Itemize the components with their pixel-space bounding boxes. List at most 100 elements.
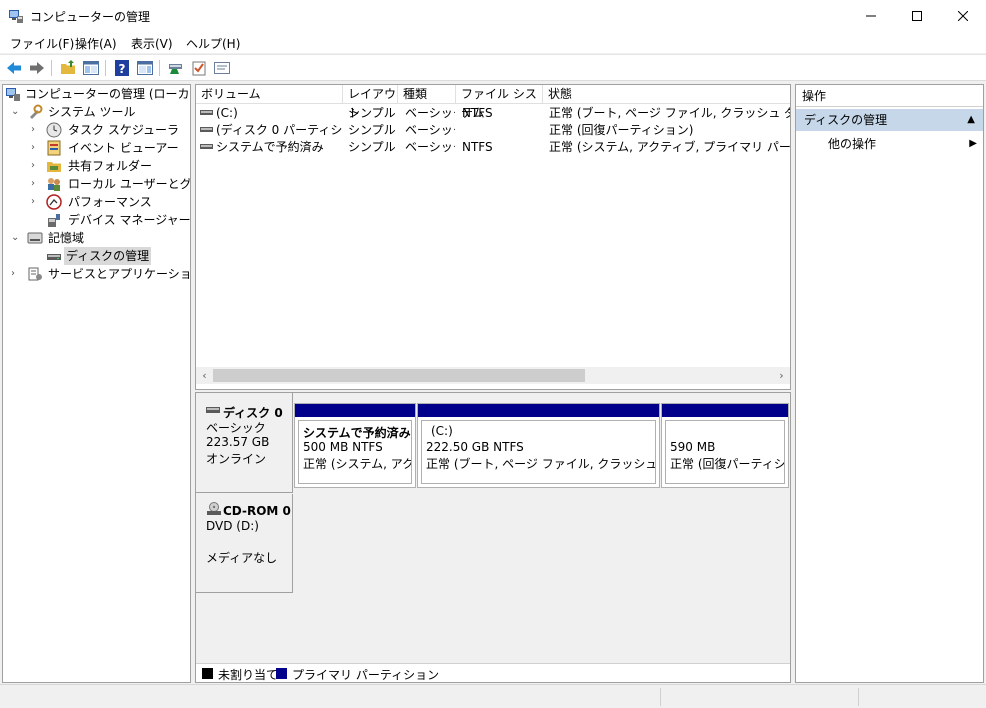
collapse-up-icon[interactable]: ▲ <box>967 109 975 131</box>
disk-area: ディスク 0 ベーシック 223.57 GB オンライン システムで予約済み 5… <box>196 393 790 663</box>
scrollbar-thumb[interactable] <box>213 369 585 382</box>
tree-item-disk-management[interactable]: ディスクの管理 <box>5 247 190 265</box>
event-viewer-icon <box>47 140 61 156</box>
actions-section-label: ディスクの管理 <box>804 113 888 127</box>
disk-0-info[interactable]: ディスク 0 ベーシック 223.57 GB オンライン <box>196 393 293 493</box>
back-icon[interactable] <box>5 59 23 77</box>
partition-c[interactable]: (C:) 222.50 GB NTFS 正常 (ブート, ページ ファイル, ク… <box>417 403 660 488</box>
cdrom-0-drive: DVD (D:) <box>206 519 259 533</box>
connect-icon[interactable] <box>167 59 185 77</box>
partition-body: (C:) 222.50 GB NTFS 正常 (ブート, ページ ファイル, ク… <box>421 420 656 484</box>
up-folder-icon[interactable] <box>59 59 77 77</box>
maximize-button[interactable] <box>894 0 940 31</box>
help-icon[interactable]: ? <box>113 59 131 77</box>
tree-item-local-users[interactable]: › ローカル ユーザーとグループ <box>5 175 190 193</box>
table-row[interactable]: (C:) シンプル ベーシック NTFS 正常 (ブート, ページ ファイル, … <box>196 105 790 122</box>
partition-status: 正常 (システム, アクティブ <box>303 457 412 471</box>
tree-item-event-viewer[interactable]: › イベント ビューアー <box>5 139 190 157</box>
tree-item-computer-management[interactable]: コンピューターの管理 (ローカル) <box>5 85 190 103</box>
column-header-filesystem[interactable]: ファイル システム <box>456 85 543 120</box>
menu-view[interactable]: 表示(V) <box>131 35 173 52</box>
tree-item-services-applications[interactable]: › サービスとアプリケーション <box>5 265 190 283</box>
disk-icon <box>206 407 220 413</box>
cdrom-0-info[interactable]: CD-ROM 0 DVD (D:) メディアなし <box>196 494 293 593</box>
column-header-status[interactable]: 状態 <box>543 85 790 104</box>
partition-recovery[interactable]: 590 MB 正常 (回復パーティション <box>661 403 789 488</box>
minimize-button[interactable] <box>848 0 894 31</box>
column-header-layout[interactable]: レイアウト <box>343 85 398 120</box>
volume-icon <box>200 144 213 149</box>
menu-action[interactable]: 操作(A) <box>75 35 117 52</box>
volume-list-header: ボリューム レイアウト 種類 ファイル システム 状態 <box>196 85 790 120</box>
tree-item-label: ローカル ユーザーとグループ <box>68 177 191 191</box>
column-header-volume[interactable]: ボリューム <box>196 85 343 104</box>
show-action-pane-icon[interactable] <box>136 59 154 77</box>
cd-drive-icon <box>207 502 221 515</box>
partition-system-reserved[interactable]: システムで予約済み 500 MB NTFS 正常 (システム, アクティブ <box>294 403 416 488</box>
cell-filesystem: NTFS <box>462 140 493 154</box>
chevron-down-icon[interactable]: ⌄ <box>11 229 21 247</box>
tree-item-task-scheduler[interactable]: › タスク スケジューラ <box>5 121 190 139</box>
legend-primary-swatch <box>276 668 287 679</box>
checklist-icon[interactable] <box>190 59 208 77</box>
chevron-right-icon[interactable]: › <box>11 265 21 283</box>
volume-list: ボリューム レイアウト 種類 ファイル システム 状態 (C:) シンプル ベー… <box>195 84 791 390</box>
scroll-left-icon[interactable]: ‹ <box>196 367 213 384</box>
svg-text:?: ? <box>119 62 126 76</box>
menu-bar: ファイル(F) 操作(A) 表示(V) ヘルプ(H) <box>0 31 986 53</box>
tree-item-storage[interactable]: ⌄ 記憶域 <box>5 229 190 247</box>
submenu-arrow-icon[interactable]: ▶ <box>969 135 977 153</box>
properties-icon[interactable] <box>213 59 231 77</box>
tree-item-shared-folders[interactable]: › 共有フォルダー <box>5 157 190 175</box>
cell-type: ベーシック <box>405 106 455 120</box>
partition-body: システムで予約済み 500 MB NTFS 正常 (システム, アクティブ <box>298 420 412 484</box>
show-tree-icon[interactable] <box>82 59 100 77</box>
chevron-down-icon[interactable]: ⌄ <box>11 103 21 121</box>
menu-file[interactable]: ファイル(F) <box>10 35 74 52</box>
action-more-actions[interactable]: 他の操作 <box>828 135 876 153</box>
chevron-right-icon[interactable]: › <box>31 193 41 211</box>
title-bar: コンピューターの管理 <box>0 0 986 31</box>
partition-title: (C:) <box>431 424 453 438</box>
partition-title: システムで予約済み <box>303 426 411 440</box>
cell-volume: (C:) <box>216 106 238 120</box>
device-manager-icon <box>48 214 60 227</box>
tree-item-label: タスク スケジューラ <box>68 123 179 137</box>
actions-section-disk-management[interactable]: ディスクの管理 ▲ <box>796 109 983 131</box>
tree-item-label: サービスとアプリケーション <box>48 267 191 281</box>
tree-item-performance[interactable]: › パフォーマンス <box>5 193 190 211</box>
horizontal-scrollbar[interactable]: ‹ › <box>196 367 790 384</box>
tree-item-device-manager[interactable]: デバイス マネージャー <box>5 211 190 229</box>
partition-bar <box>418 404 659 417</box>
scroll-right-icon[interactable]: › <box>773 367 790 384</box>
tree-item-system-tools[interactable]: ⌄ システム ツール <box>5 103 190 121</box>
column-header-type[interactable]: 種類 <box>398 85 456 104</box>
chevron-right-icon[interactable]: › <box>31 121 41 139</box>
volume-icon <box>200 127 213 132</box>
partition-bar <box>295 404 415 417</box>
minimize-icon <box>866 15 876 16</box>
tools-icon <box>30 104 43 119</box>
close-button[interactable] <box>940 0 986 31</box>
computer-management-app-icon <box>9 10 23 23</box>
partition-size: 222.50 GB NTFS <box>426 440 524 454</box>
tree-item-label: コンピューターの管理 (ローカル) <box>25 87 191 101</box>
chevron-right-icon[interactable]: › <box>31 139 41 157</box>
chevron-right-icon[interactable]: › <box>31 175 41 193</box>
performance-icon <box>46 194 62 210</box>
tree-item-label: パフォーマンス <box>68 195 152 209</box>
legend-unallocated-label: 未割り当て <box>218 668 279 682</box>
partition-size: 500 MB NTFS <box>303 440 383 454</box>
tree-item-label: ディスクの管理 <box>64 247 152 265</box>
table-row[interactable]: (ディスク 0 パーティション 3) シンプル ベーシック 正常 (回復パーティ… <box>196 122 790 139</box>
toolbar: ? <box>0 54 986 81</box>
menu-help[interactable]: ヘルプ(H) <box>186 35 240 52</box>
disk-0-state: オンライン <box>206 452 267 466</box>
chevron-right-icon[interactable]: › <box>31 157 41 175</box>
partition-body: 590 MB 正常 (回復パーティション <box>665 420 785 484</box>
cell-volume: (ディスク 0 パーティション 3) <box>216 123 343 137</box>
disk-graphical-view: ディスク 0 ベーシック 223.57 GB オンライン システムで予約済み 5… <box>195 392 791 683</box>
cell-layout: シンプル <box>348 106 396 120</box>
table-row[interactable]: システムで予約済み シンプル ベーシック NTFS 正常 (システム, アクティ… <box>196 139 790 156</box>
forward-icon[interactable] <box>28 59 46 77</box>
